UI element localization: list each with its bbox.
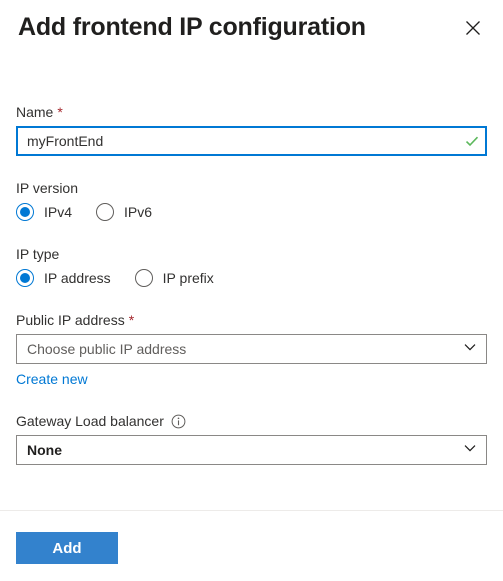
radio-mark-ipv4 — [16, 203, 34, 221]
gateway-lb-label: Gateway Load balancer — [16, 411, 487, 431]
public-ip-group: Public IP address * Choose public IP add… — [0, 310, 503, 389]
radio-mark-ip-prefix — [134, 269, 153, 287]
name-label: Name * — [16, 102, 487, 122]
chevron-down-icon — [463, 340, 477, 359]
ip-type-group: IP type IP address IP prefix — [0, 244, 503, 288]
public-ip-dropdown[interactable]: Choose public IP address — [16, 334, 487, 364]
ip-version-group: IP version IPv4 IPv6 — [0, 178, 503, 222]
ip-version-label: IP version — [16, 180, 78, 196]
public-ip-dropdown-value: Choose public IP address — [27, 341, 187, 357]
public-ip-label: Public IP address * — [16, 310, 487, 330]
gateway-lb-group: Gateway Load balancer None — [0, 411, 503, 465]
form-body: Name * IP version IPv4 IPv6 I — [0, 62, 503, 465]
required-marker: * — [128, 312, 135, 328]
footer-divider — [0, 510, 503, 511]
ip-type-label: IP type — [16, 246, 60, 262]
required-marker: * — [57, 104, 63, 120]
ip-type-radio-row: IP address IP prefix — [16, 268, 487, 288]
radio-label-ipv4: IPv4 — [44, 204, 73, 220]
page-title: Add frontend IP configuration — [18, 13, 366, 41]
name-input-wrapper[interactable] — [16, 126, 487, 156]
gateway-lb-label-text: Gateway Load balancer — [16, 413, 164, 429]
radio-ipv6[interactable]: IPv6 — [96, 202, 152, 222]
close-button[interactable] — [457, 12, 489, 44]
name-input[interactable] — [18, 128, 459, 154]
create-new-public-ip-link[interactable]: Create new — [16, 369, 88, 389]
name-label-text: Name — [16, 104, 54, 120]
public-ip-label-text: Public IP address — [16, 312, 125, 328]
radio-ip-address[interactable]: IP address — [16, 268, 111, 288]
radio-mark-ip-address — [16, 269, 34, 287]
close-icon — [464, 19, 482, 37]
radio-ip-prefix[interactable]: IP prefix — [134, 268, 214, 288]
panel-header: Add frontend IP configuration — [0, 0, 503, 62]
name-field-group: Name * — [0, 102, 503, 156]
gateway-lb-dropdown-value: None — [27, 442, 62, 458]
checkmark-icon — [459, 133, 485, 149]
chevron-down-icon — [463, 441, 477, 460]
radio-label-ip-prefix: IP prefix — [162, 270, 214, 286]
info-icon[interactable] — [171, 414, 186, 429]
gateway-lb-dropdown[interactable]: None — [16, 435, 487, 465]
radio-mark-ipv6 — [96, 203, 115, 221]
ip-version-radio-row: IPv4 IPv6 — [16, 202, 487, 222]
footer-actions: Add — [16, 532, 118, 564]
radio-label-ipv6: IPv6 — [124, 204, 153, 220]
add-button[interactable]: Add — [16, 532, 118, 564]
radio-ipv4[interactable]: IPv4 — [16, 202, 72, 222]
radio-label-ip-address: IP address — [44, 270, 111, 286]
